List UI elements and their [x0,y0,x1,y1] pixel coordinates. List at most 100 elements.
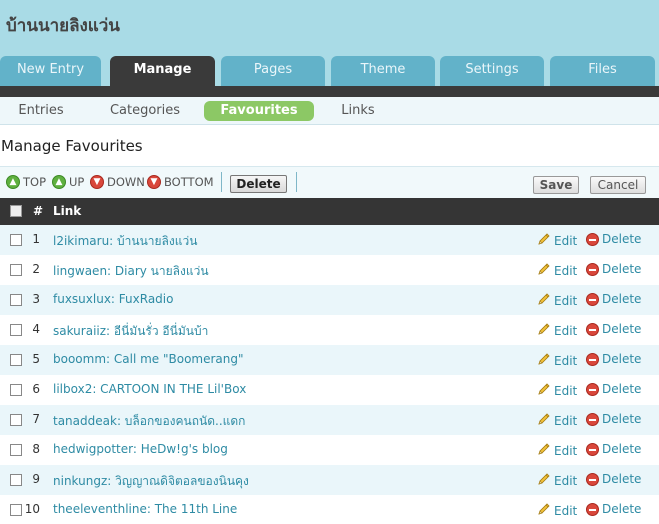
move-bottom-button[interactable]: ▼ BOTTOM [147,173,214,191]
edit-link[interactable]: Edit [537,502,577,519]
table-row: 7 tanaddeak: บล็อกของคนถนัด..แดก Edit Delet… [0,405,659,435]
pencil-icon [537,232,551,249]
favourite-link[interactable]: tanaddeak: บล็อกของคนถนัด..แดก [53,412,245,431]
row-number: 4 [32,322,40,336]
delete-label: Delete [602,382,642,396]
delete-icon [586,262,599,276]
favourite-link[interactable]: theeleventhline: The 11th Line [53,502,237,516]
subtab-categories[interactable]: Categories [104,101,186,121]
favourite-link[interactable]: booomm: Call me "Boomerang" [53,352,244,366]
move-up-button[interactable]: ▲ UP [52,173,84,191]
delete-link[interactable]: Delete [586,322,641,336]
edit-label: Edit [554,473,578,488]
tab-files[interactable]: Files [550,56,655,88]
row-checkbox[interactable] [10,354,22,366]
favourite-link[interactable]: sakuraiiz: อีนี่มันรั่ว อีนี่มันบ้า [53,322,208,341]
toolbar-divider [221,172,222,192]
delete-label: Delete [602,472,642,486]
move-top-label: TOP [23,175,47,189]
tab-pages[interactable]: Pages [221,56,325,88]
select-all-checkbox[interactable] [10,205,22,217]
row-checkbox[interactable] [10,444,22,456]
row-checkbox[interactable] [10,384,22,396]
delete-link[interactable]: Delete [586,292,641,306]
delete-icon [586,232,599,246]
tab-underbar [0,86,659,97]
delete-label: Delete [602,262,642,276]
favourite-link[interactable]: fuxsuxlux: FuxRadio [53,292,173,306]
subtab-entries[interactable]: Entries [8,101,74,121]
tab-settings[interactable]: Settings [440,56,544,88]
edit-link[interactable]: Edit [537,232,577,249]
edit-label: Edit [554,293,578,308]
column-header-link: Link [53,204,82,218]
edit-label: Edit [554,263,578,278]
main-tabs: New Entry Manage Pages Theme Settings Fi… [0,56,659,88]
delete-button[interactable]: Delete [230,175,287,193]
move-down-button[interactable]: ▼ DOWN [90,173,145,191]
arrow-down-icon: ▼ [147,175,161,189]
delete-link[interactable]: Delete [586,472,641,486]
pencil-icon [537,262,551,279]
edit-label: Edit [554,353,578,368]
row-number: 10 [24,502,40,516]
favourite-link[interactable]: l2ikimaru: บ้านนายลิงแว่น [53,232,197,251]
delete-icon [586,502,599,516]
delete-link[interactable]: Delete [586,412,641,426]
delete-link[interactable]: Delete [586,502,641,516]
row-checkbox[interactable] [10,414,22,426]
edit-link[interactable]: Edit [537,472,577,489]
delete-label: Delete [602,352,642,366]
delete-link[interactable]: Delete [586,262,641,276]
tab-manage[interactable]: Manage [110,56,215,88]
site-title[interactable]: บ้านนายลิงแว่น [6,12,120,39]
move-top-button[interactable]: ▲ TOP [6,173,46,191]
toolbar-divider [296,172,297,192]
favourite-link[interactable]: hedwigpotter: HeDw!g's blog [53,442,228,456]
save-button[interactable]: Save [533,176,579,194]
row-checkbox[interactable] [10,234,22,246]
row-number: 6 [32,382,40,396]
row-number: 5 [32,352,40,366]
edit-link[interactable]: Edit [537,262,577,279]
delete-label: Delete [602,442,642,456]
edit-link[interactable]: Edit [537,292,577,309]
pencil-icon [537,382,551,399]
delete-icon [586,382,599,396]
row-checkbox[interactable] [10,294,22,306]
row-checkbox[interactable] [10,474,22,486]
favourite-link[interactable]: ninkungz: วิญญาณดิจิตอลของนินคุง [53,472,249,491]
edit-link[interactable]: Edit [537,382,577,399]
edit-label: Edit [554,323,578,338]
move-up-label: UP [69,175,85,189]
edit-link[interactable]: Edit [537,442,577,459]
delete-label: Delete [602,322,642,336]
cancel-button[interactable]: Cancel [590,176,646,194]
tab-new-entry[interactable]: New Entry [0,56,101,88]
delete-link[interactable]: Delete [586,352,641,366]
delete-label: Delete [602,502,642,516]
row-number: 2 [32,262,40,276]
row-checkbox[interactable] [10,264,22,276]
subtab-links[interactable]: Links [333,101,383,121]
delete-link[interactable]: Delete [586,442,641,456]
delete-label: Delete [602,232,642,246]
edit-link[interactable]: Edit [537,412,577,429]
edit-link[interactable]: Edit [537,352,577,369]
favourite-link[interactable]: lilbox2: CARTOON IN THE Lil'Box [53,382,246,396]
delete-link[interactable]: Delete [586,382,641,396]
tab-theme[interactable]: Theme [331,56,435,88]
table-row: 4 sakuraiiz: อีนี่มันรั่ว อีนี่มันบ้า Edit… [0,315,659,345]
row-number: 1 [32,232,40,246]
edit-link[interactable]: Edit [537,322,577,339]
pencil-icon [537,352,551,369]
subtab-favourites[interactable]: Favourites [204,101,314,121]
toolbar: ▲ TOP ▲ UP ▼ DOWN ▼ BOTTOM Delete Save C… [0,166,659,198]
favourite-link[interactable]: lingwaen: Diary นายลิงแว่น [53,262,209,281]
row-checkbox[interactable] [10,324,22,336]
delete-link[interactable]: Delete [586,232,641,246]
delete-icon [586,352,599,366]
move-bottom-label: BOTTOM [164,175,214,189]
row-checkbox[interactable] [10,504,22,516]
page-title: Manage Favourites [1,137,143,155]
